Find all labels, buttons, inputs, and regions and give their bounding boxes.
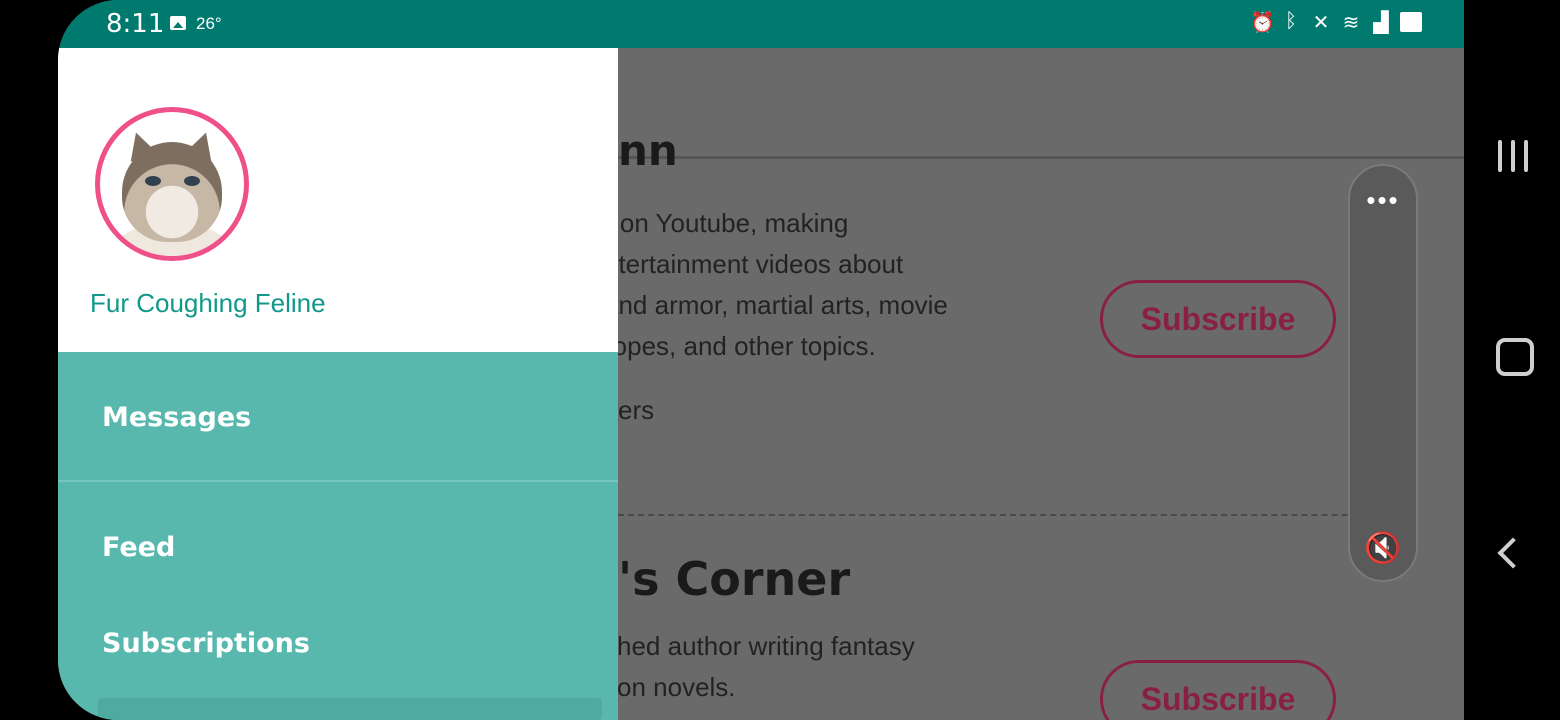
gallery-icon [170, 16, 186, 30]
card2-title: 's Corner [618, 552, 851, 606]
volume-panel: ••• 🔇 [1348, 164, 1418, 582]
drawer-item-feed[interactable]: Feed [102, 532, 175, 563]
app-screen: 8:11 26° ⏰ ᛒ ✕ ≋ ▟ nn r on Youtube, maki… [58, 0, 1464, 720]
battery-icon [1400, 12, 1422, 32]
status-time: 8:11 [106, 9, 165, 39]
volume-mute-icon[interactable]: 🔇 [1350, 531, 1416, 566]
more-options-icon[interactable]: ••• [1350, 187, 1416, 213]
mute-icon: ✕ [1312, 12, 1330, 34]
alarm-icon: ⏰ [1250, 12, 1275, 34]
navigation-drawer: Fur Coughing Feline Messages Feed Subscr… [58, 48, 618, 720]
recent-apps-icon[interactable] [1498, 140, 1530, 172]
wifi-icon: ≋ [1342, 12, 1360, 34]
drawer-divider [58, 480, 618, 482]
signal-icon: ▟ [1373, 12, 1389, 34]
subscribe-button-2[interactable]: Subscribe [1100, 660, 1336, 720]
subscribe-button[interactable]: Subscribe [1100, 280, 1336, 358]
drawer-item-messages[interactable]: Messages [102, 402, 251, 433]
system-navigation-bar [1464, 0, 1560, 720]
avatar[interactable] [95, 107, 249, 261]
bluetooth-icon: ᛒ [1285, 10, 1297, 32]
home-icon[interactable] [1496, 338, 1534, 376]
user-name: Fur Coughing Feline [90, 288, 326, 318]
card1-meta: ers [618, 395, 655, 425]
drawer-item-subscriptions[interactable]: Subscriptions [102, 628, 310, 659]
drawer-header: Fur Coughing Feline [58, 48, 618, 352]
card1-title: nn [618, 126, 678, 175]
status-temperature: 26° [196, 14, 222, 33]
card1-description: r on Youtube, making ntertainment videos… [604, 208, 948, 361]
back-icon[interactable] [1497, 537, 1529, 569]
status-bar: 8:11 26° ⏰ ᛒ ✕ ≋ ▟ [58, 0, 1464, 48]
drawer-item-highlight [98, 698, 602, 720]
card2-description: shed author writing fantasy tion novels. [604, 631, 915, 702]
card-separator [618, 514, 1408, 516]
status-icons: ⏰ ᛒ ✕ ≋ ▟ [1250, 10, 1422, 35]
